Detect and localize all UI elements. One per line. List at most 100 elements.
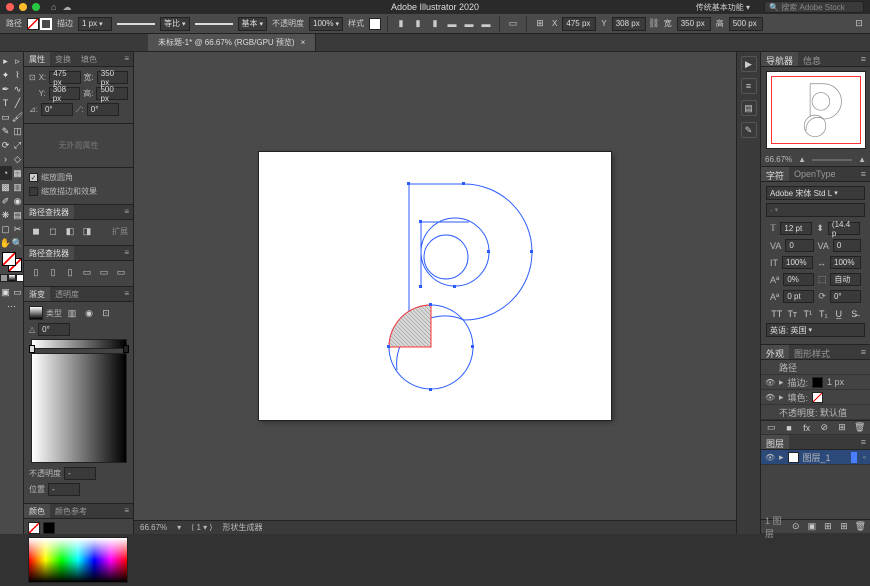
graph-tool[interactable]: ▤ <box>12 208 24 222</box>
libraries-strip-icon[interactable]: ▤ <box>741 100 757 116</box>
panel-menu-icon[interactable]: ≡ <box>120 287 133 301</box>
align-row-icon[interactable]: ▭ <box>97 265 111 279</box>
linear-gradient-icon[interactable]: ▥ <box>65 306 79 320</box>
brush-definition[interactable]: 基本 <box>238 17 268 31</box>
panel-menu-icon[interactable]: ≡ <box>120 246 133 260</box>
nav-zoom-value[interactable]: 66.67% <box>765 155 792 164</box>
align-bottom-icon[interactable]: ▬ <box>479 17 493 31</box>
font-family-field[interactable]: Adobe 宋体 Std L <box>766 186 865 200</box>
tab-pathfinder[interactable]: 路径查找器 <box>24 205 74 219</box>
panel-menu-icon[interactable]: ≡ <box>857 345 870 359</box>
baseline-field[interactable]: 0% <box>783 273 814 286</box>
gradient-angle-field[interactable]: 0° <box>38 323 70 336</box>
allcaps-icon[interactable]: TT <box>770 307 784 321</box>
fill-swatch[interactable] <box>27 18 39 30</box>
comments-strip-icon[interactable]: ✎ <box>741 122 757 138</box>
mesh-tool[interactable]: ▩ <box>0 180 12 194</box>
y-field[interactable]: 308 px <box>612 17 646 31</box>
tab-info[interactable]: 信息 <box>798 52 826 66</box>
language-field[interactable]: 英语: 英国 <box>766 323 865 337</box>
add-fill-icon[interactable]: ■ <box>783 421 796 435</box>
mac-minimize-button[interactable] <box>19 3 27 11</box>
screen-mode-full[interactable]: ▭ <box>12 285 24 299</box>
mac-close-button[interactable] <box>6 3 14 11</box>
tracking-field[interactable]: 0 <box>833 239 861 252</box>
zoom-tool[interactable]: 🔍 <box>12 236 24 250</box>
smallcaps-icon[interactable]: Tт <box>786 307 800 321</box>
w-field[interactable]: 350 px <box>677 17 711 31</box>
tab-color-guide[interactable]: 颜色参考 <box>50 504 92 518</box>
align-row-icon[interactable]: ▭ <box>114 265 128 279</box>
rotate-tool[interactable]: ⟳ <box>0 138 12 152</box>
scale-tool[interactable]: ⤢ <box>12 138 24 152</box>
opacity-field[interactable]: 100% <box>309 17 343 31</box>
pen-tool[interactable]: ✒ <box>0 82 12 96</box>
tab-gradient[interactable]: 渐变 <box>24 287 50 301</box>
cloud-icon[interactable]: ☁ <box>62 2 71 13</box>
tab-navigator[interactable]: 导航器 <box>761 52 798 66</box>
direct-selection-tool[interactable]: ▹ <box>12 54 24 68</box>
perspective-tool[interactable]: ▦ <box>12 166 24 180</box>
grad-opacity-field[interactable]: - <box>64 467 96 480</box>
navigator-thumbnail[interactable] <box>766 71 866 149</box>
free-transform-tool[interactable]: ◇ <box>12 152 24 166</box>
selection-tool[interactable]: ▸ <box>0 54 12 68</box>
pathfinder-exclude-icon[interactable]: ◨ <box>80 224 94 238</box>
screen-mode-normal[interactable]: ▣ <box>0 285 12 299</box>
kerning-field[interactable]: 0 <box>785 239 813 252</box>
h-field[interactable]: 500 px <box>729 17 763 31</box>
new-sublayer-icon[interactable]: ⊞ <box>822 520 833 534</box>
shape-mode-icon[interactable]: ▭ <box>506 17 520 31</box>
tab-transform[interactable]: 变换 <box>50 52 76 66</box>
close-tab-icon[interactable]: × <box>301 38 306 47</box>
edit-toolbar-button[interactable]: ⋯ <box>6 299 18 313</box>
status-zoom[interactable]: 66.67% <box>140 523 167 532</box>
line-tool[interactable]: ╱ <box>12 96 24 110</box>
target-indicator[interactable] <box>851 452 857 463</box>
tab-fill[interactable]: 填色 <box>76 52 102 66</box>
lasso-tool[interactable]: ⌇ <box>12 68 24 82</box>
freeform-gradient-icon[interactable]: ⊡ <box>99 306 113 320</box>
new-layer-icon[interactable]: ⊞ <box>838 520 849 534</box>
stroke-style-preview[interactable] <box>117 23 155 25</box>
shape-builder-tool[interactable]: ◔ <box>0 166 12 180</box>
panel-menu-icon[interactable]: ≡ <box>120 504 133 518</box>
visibility-toggle[interactable]: 👁 <box>765 378 775 387</box>
leading-field[interactable]: (14.4 p <box>828 222 860 235</box>
gradient-swatch[interactable] <box>29 306 43 320</box>
align-top-icon[interactable]: ▬ <box>445 17 459 31</box>
delete-icon[interactable]: 🗑 <box>853 421 866 435</box>
expand-button[interactable]: 扩展 <box>112 226 128 237</box>
tab-transparency[interactable]: 透明度 <box>50 287 84 301</box>
mac-zoom-button[interactable] <box>32 3 40 11</box>
artboard-tool[interactable]: ▢ <box>0 222 12 236</box>
x-field[interactable]: 475 px <box>562 17 596 31</box>
pathfinder-intersect-icon[interactable]: ◧ <box>63 224 77 238</box>
eyedropper-tool[interactable]: ✐ <box>0 194 12 208</box>
play-icon[interactable]: ▶ <box>741 56 757 72</box>
zoom-in-icon[interactable]: ▲ <box>858 155 866 164</box>
width-tool[interactable]: › <box>0 152 12 166</box>
panel-shear-field[interactable]: 0° <box>87 103 119 116</box>
font-style-field[interactable]: - <box>766 203 865 217</box>
artboard-viewport[interactable] <box>134 52 736 520</box>
scale-corners-checkbox[interactable]: ✓ <box>29 173 38 182</box>
color-fill-swatch[interactable] <box>28 522 40 534</box>
scale-strokes-checkbox[interactable] <box>29 187 38 196</box>
panel-menu-icon[interactable]: ≡ <box>120 205 133 219</box>
type-tool[interactable]: T <box>0 96 12 110</box>
eraser-tool[interactable]: ◫ <box>12 124 24 138</box>
char-rotate-field[interactable]: 0° <box>830 290 861 303</box>
link-wh-icon[interactable]: ⛓ <box>649 18 659 29</box>
hscale-field[interactable]: 100% <box>830 256 861 269</box>
rectangle-tool[interactable]: ▭ <box>0 110 12 124</box>
zoom-out-icon[interactable]: ▲ <box>798 155 806 164</box>
properties-strip-icon[interactable]: ≡ <box>741 78 757 94</box>
layer-row[interactable]: 👁 ▸ 图层_1 ◦ <box>761 450 870 465</box>
panel-menu-icon[interactable]: ≡ <box>857 435 870 449</box>
magic-wand-tool[interactable]: ✦ <box>0 68 12 82</box>
panel-menu-icon[interactable]: ≡ <box>120 52 133 66</box>
color-stroke-swatch[interactable] <box>43 522 55 534</box>
auto-field[interactable]: 自动 <box>830 273 861 286</box>
shaper-tool[interactable]: ✎ <box>0 124 12 138</box>
